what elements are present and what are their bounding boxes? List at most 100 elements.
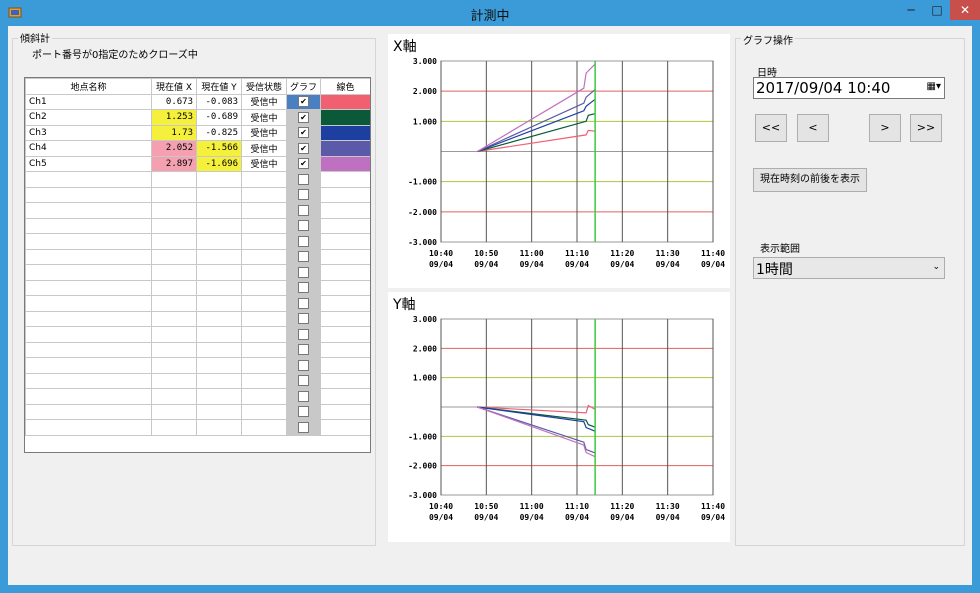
cell-graph[interactable]	[286, 310, 321, 327]
cell-line-color[interactable]	[320, 295, 370, 312]
cell-status[interactable]	[241, 171, 287, 188]
table-row-empty[interactable]	[25, 233, 370, 250]
cell-line-color[interactable]	[320, 279, 370, 296]
cell-status[interactable]	[241, 217, 287, 234]
graph-checkbox[interactable]	[298, 204, 309, 216]
cell-y[interactable]: -0.083	[196, 93, 242, 110]
col-header-y[interactable]: 現在値 Y	[196, 78, 242, 95]
datetime-picker[interactable]: 2017/09/04 10:40 ▦▾	[753, 77, 945, 99]
cell-x[interactable]	[151, 372, 197, 389]
graph-checkbox[interactable]	[298, 297, 309, 309]
graph-checkbox[interactable]	[298, 390, 309, 402]
cell-graph[interactable]	[286, 202, 321, 219]
cell-status[interactable]	[241, 186, 287, 203]
cell-status[interactable]	[241, 388, 287, 405]
cell-y[interactable]	[196, 388, 242, 405]
cell-name[interactable]: Ch4	[25, 140, 152, 157]
cell-name[interactable]: Ch1	[25, 93, 152, 110]
cell-status[interactable]	[241, 403, 287, 420]
graph-checkbox[interactable]	[298, 173, 309, 185]
cell-y[interactable]	[196, 279, 242, 296]
table-row[interactable]: Ch2 1.253 -0.689 受信中 ✔	[25, 109, 370, 126]
cell-x[interactable]	[151, 419, 197, 436]
cell-graph[interactable]	[286, 186, 321, 203]
cell-name[interactable]	[25, 233, 152, 250]
cell-line-color[interactable]	[320, 341, 370, 358]
cell-x[interactable]	[151, 326, 197, 343]
cell-y[interactable]	[196, 372, 242, 389]
cell-line-color[interactable]	[320, 372, 370, 389]
cell-name[interactable]	[25, 419, 152, 436]
cell-graph[interactable]	[286, 217, 321, 234]
cell-line-color[interactable]	[320, 248, 370, 265]
cell-y[interactable]	[196, 264, 242, 281]
cell-x[interactable]	[151, 186, 197, 203]
cell-graph[interactable]	[286, 341, 321, 358]
cell-y[interactable]: -1.566	[196, 140, 242, 157]
cell-status[interactable]	[241, 341, 287, 358]
cell-x[interactable]	[151, 248, 197, 265]
cell-status[interactable]	[241, 372, 287, 389]
table-row-empty[interactable]	[25, 248, 370, 265]
cell-line-color[interactable]	[320, 93, 370, 110]
cell-y[interactable]	[196, 310, 242, 327]
cell-graph[interactable]	[286, 248, 321, 265]
table-row[interactable]: Ch3 1.73 -0.825 受信中 ✔	[25, 124, 370, 141]
cell-status[interactable]: 受信中	[241, 109, 287, 126]
cell-graph[interactable]: ✔	[286, 155, 321, 172]
cell-y[interactable]: -1.696	[196, 155, 242, 172]
table-row-empty[interactable]	[25, 310, 370, 327]
table-row-empty[interactable]	[25, 217, 370, 234]
cell-graph[interactable]: ✔	[286, 109, 321, 126]
cell-x[interactable]: 2.052	[151, 140, 197, 157]
col-header-color[interactable]: 線色	[320, 78, 370, 95]
cell-x[interactable]	[151, 171, 197, 188]
next-button[interactable]: >	[869, 114, 901, 142]
cell-line-color[interactable]	[320, 186, 370, 203]
table-row-empty[interactable]	[25, 341, 370, 358]
cell-x[interactable]: 2.897	[151, 155, 197, 172]
cell-x[interactable]: 1.73	[151, 124, 197, 141]
cell-status[interactable]	[241, 357, 287, 374]
graph-checkbox[interactable]: ✔	[298, 111, 309, 123]
graph-checkbox[interactable]: ✔	[298, 142, 309, 154]
cell-y[interactable]	[196, 295, 242, 312]
cell-status[interactable]: 受信中	[241, 124, 287, 141]
cell-line-color[interactable]	[320, 124, 370, 141]
graph-checkbox[interactable]	[298, 266, 309, 278]
cell-name[interactable]	[25, 264, 152, 281]
cell-status[interactable]: 受信中	[241, 140, 287, 157]
col-header-status[interactable]: 受信状態	[241, 78, 287, 95]
cell-name[interactable]: Ch3	[25, 124, 152, 141]
cell-line-color[interactable]	[320, 233, 370, 250]
cell-graph[interactable]	[286, 171, 321, 188]
cell-name[interactable]: Ch5	[25, 155, 152, 172]
cell-y[interactable]	[196, 186, 242, 203]
cell-y[interactable]: -0.689	[196, 109, 242, 126]
table-row[interactable]: Ch1 0.673 -0.083 受信中 ✔	[25, 93, 370, 110]
cell-x[interactable]	[151, 310, 197, 327]
minimize-button[interactable]: ─	[898, 0, 924, 20]
cell-graph[interactable]	[286, 264, 321, 281]
cell-x[interactable]	[151, 202, 197, 219]
cell-x[interactable]: 0.673	[151, 93, 197, 110]
col-header-graph[interactable]: グラフ	[286, 78, 321, 95]
cell-x[interactable]	[151, 357, 197, 374]
calendar-dropdown-icon[interactable]: ▦▾	[927, 81, 941, 92]
table-row-empty[interactable]	[25, 171, 370, 188]
cell-graph[interactable]: ✔	[286, 140, 321, 157]
cell-x[interactable]	[151, 403, 197, 420]
cell-name[interactable]	[25, 403, 152, 420]
cell-x[interactable]	[151, 279, 197, 296]
cell-line-color[interactable]	[320, 264, 370, 281]
table-row-empty[interactable]	[25, 388, 370, 405]
maximize-button[interactable]: □	[924, 0, 950, 20]
cell-line-color[interactable]	[320, 357, 370, 374]
cell-graph[interactable]: ✔	[286, 124, 321, 141]
cell-graph[interactable]	[286, 295, 321, 312]
cell-graph[interactable]	[286, 388, 321, 405]
close-button[interactable]: ✕	[950, 0, 980, 20]
cell-status[interactable]	[241, 295, 287, 312]
graph-checkbox[interactable]	[298, 313, 309, 325]
graph-checkbox[interactable]	[298, 328, 309, 340]
